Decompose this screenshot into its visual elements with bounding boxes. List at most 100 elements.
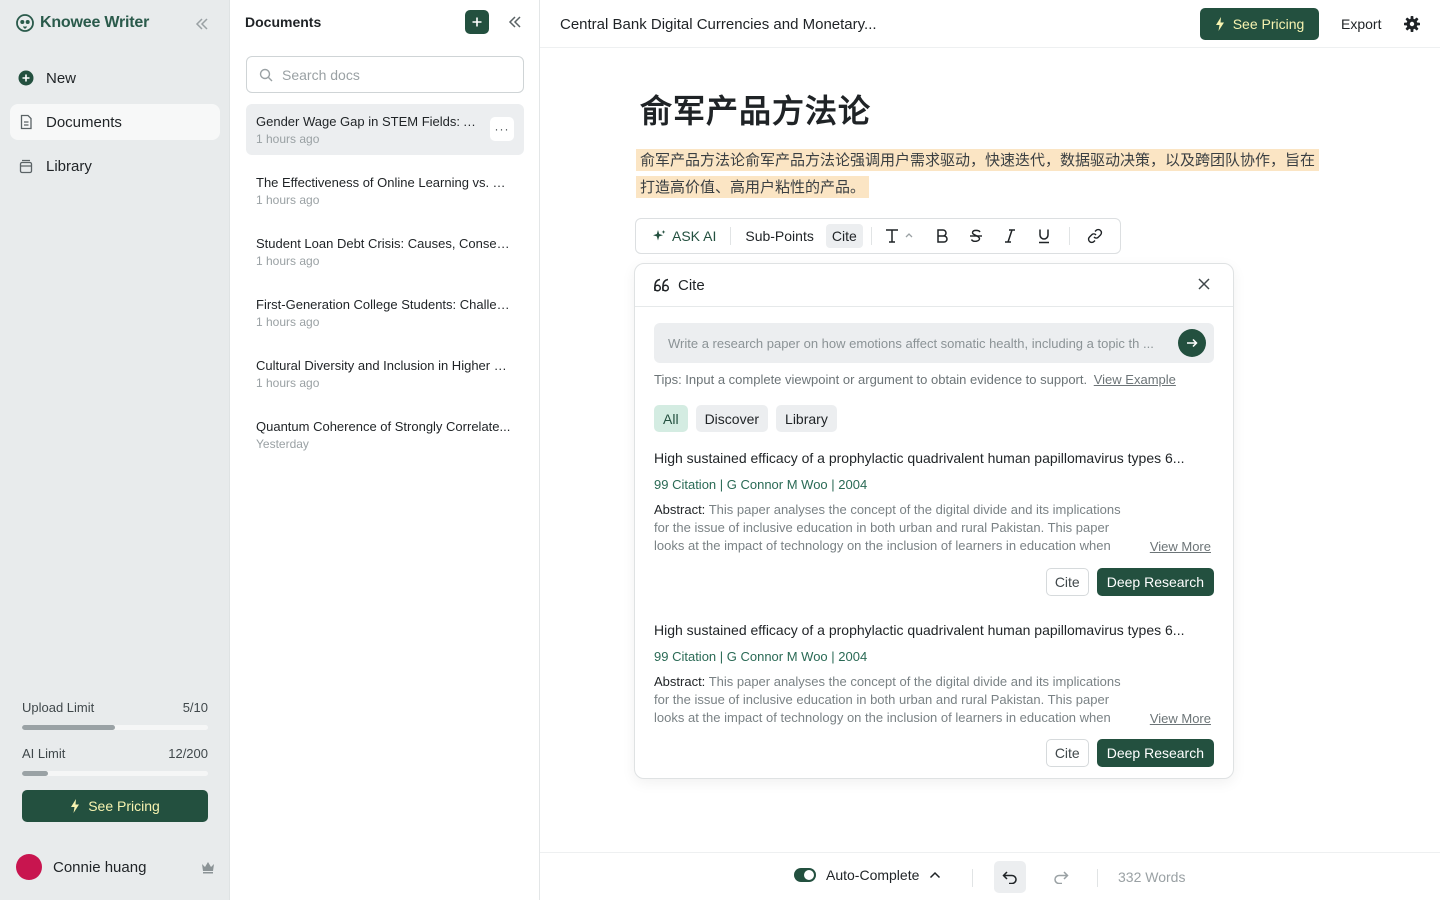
document-title: Cultural Diversity and Inclusion in High… [256, 358, 512, 373]
editor-statusbar: Auto-Complete 332 Words [540, 852, 1440, 900]
list-item[interactable]: First-Generation College Students: Chall… [246, 287, 524, 338]
citation-result: High sustained efficacy of a prophylacti… [654, 450, 1214, 596]
result-title[interactable]: High sustained efficacy of a prophylacti… [654, 622, 1210, 638]
sidebar-item-new[interactable]: New [10, 60, 220, 96]
list-item[interactable]: Cultural Diversity and Inclusion in High… [246, 348, 524, 399]
auto-complete-toggle[interactable] [794, 868, 816, 882]
list-item[interactable]: Quantum Coherence of Strongly Correlate.… [246, 409, 524, 460]
quote-icon [654, 278, 670, 292]
search-docs-field[interactable] [246, 56, 524, 93]
deep-research-button[interactable]: Deep Research [1096, 568, 1214, 596]
view-more-link[interactable]: View More [1150, 539, 1211, 554]
collapse-sidebar-icon[interactable] [193, 15, 211, 33]
brand[interactable]: Knowee Writer [16, 14, 149, 32]
toolbar-divider [922, 227, 923, 245]
document-title: Gender Wage Gap in STEM Fields: A... [256, 114, 478, 129]
cite-result-button[interactable]: Cite [1045, 568, 1089, 596]
cite-panel-header: Cite [635, 264, 1233, 307]
cite-query-text[interactable]: Write a research paper on how emotions a… [668, 336, 1158, 351]
page-title[interactable]: 俞军产品方法论 [640, 86, 871, 132]
see-pricing-button[interactable]: See Pricing [22, 790, 208, 822]
bold-button[interactable] [925, 228, 959, 244]
redo-icon [1054, 871, 1069, 884]
ai-limit: AI Limit 12/200 [22, 746, 208, 761]
add-document-button[interactable] [465, 10, 489, 34]
sidebar-item-documents[interactable]: Documents [10, 104, 220, 140]
link-icon [1087, 228, 1102, 244]
format-toolbar: ASK AI Sub-Points Cite [635, 218, 1121, 254]
sidebar-nav: New Documents Library [10, 60, 220, 192]
italic-icon [1004, 229, 1015, 243]
cite-result-button[interactable]: Cite [1045, 739, 1089, 767]
cite-query-field[interactable]: Write a research paper on how emotions a… [654, 323, 1214, 363]
collapse-documents-icon[interactable] [506, 13, 524, 31]
document-time: 1 hours ago [256, 376, 320, 390]
document-title: Student Loan Debt Crisis: Causes, Conseq… [256, 236, 512, 251]
sparkle-icon [653, 230, 666, 241]
toolbar-divider [730, 227, 732, 245]
filter-all[interactable]: All [654, 405, 688, 432]
lightning-icon [71, 799, 80, 813]
filter-library[interactable]: Library [776, 405, 837, 432]
underline-button[interactable] [1027, 228, 1061, 244]
document-title: The Effectiveness of Online Learning vs.… [256, 175, 512, 190]
document-time: 1 hours ago [256, 254, 320, 268]
result-title[interactable]: High sustained efficacy of a prophylacti… [654, 450, 1210, 466]
link-button[interactable] [1078, 228, 1112, 244]
document-time: 1 hours ago [256, 132, 320, 146]
view-example-link[interactable]: View Example [1094, 372, 1176, 387]
abstract-label: Abstract: [654, 502, 706, 517]
sub-points-button[interactable]: Sub-Points [739, 224, 819, 248]
ai-limit-label: AI Limit [22, 746, 66, 761]
export-button[interactable]: Export [1341, 16, 1381, 32]
view-more-link[interactable]: View More [1150, 711, 1211, 726]
owl-logo-icon [16, 14, 34, 32]
list-item[interactable]: The Effectiveness of Online Learning vs.… [246, 165, 524, 216]
redo-button[interactable] [1045, 861, 1077, 893]
chevron-up-icon[interactable] [929, 871, 941, 879]
usage-limits: Upload Limit 5/10 AI Limit 12/200 [22, 700, 208, 792]
sidebar-item-library[interactable]: Library [10, 148, 220, 184]
statusbar-divider [972, 869, 973, 887]
list-item[interactable]: Student Loan Debt Crisis: Causes, Conseq… [246, 226, 524, 277]
user-profile[interactable]: Connie huang [16, 854, 216, 880]
cite-button[interactable]: Cite [825, 224, 863, 248]
ask-ai-button[interactable]: ASK AI [646, 224, 722, 248]
avatar [16, 854, 42, 880]
see-pricing-button[interactable]: See Pricing [1200, 8, 1319, 40]
upload-limit: Upload Limit 5/10 [22, 700, 208, 715]
more-options-button[interactable]: ··· [490, 117, 514, 141]
statusbar-divider [1097, 869, 1098, 887]
upload-limit-label: Upload Limit [22, 700, 95, 715]
document-time: 1 hours ago [256, 193, 320, 207]
ai-limit-fill [22, 771, 49, 776]
selected-paragraph[interactable]: 俞军产品方法论俞军产品方法论强调用户需求驱动，快速迭代，数据驱动决策，以及跨团队… [636, 147, 1324, 201]
search-input[interactable] [282, 66, 512, 83]
deep-research-button[interactable]: Deep Research [1096, 739, 1214, 767]
abstract-text: This paper analyses the concept of the d… [654, 502, 1121, 553]
gear-icon[interactable] [1403, 15, 1421, 33]
text-style-button[interactable] [880, 228, 920, 244]
submit-query-button[interactable] [1178, 329, 1206, 357]
plus-icon [472, 17, 482, 27]
lightning-icon [1215, 17, 1224, 31]
citation-result: High sustained efficacy of a prophylacti… [654, 622, 1214, 768]
undo-button[interactable] [994, 861, 1026, 893]
sidebar-item-label: New [46, 69, 77, 87]
list-item[interactable]: Gender Wage Gap in STEM Fields: A... 1 h… [246, 104, 524, 155]
result-meta: 99 Citation | G Connor M Woo | 2004 [654, 477, 868, 492]
filter-discover[interactable]: Discover [695, 405, 769, 432]
close-icon[interactable] [1197, 277, 1211, 291]
app-name: Knowee Writer [40, 14, 150, 31]
italic-button[interactable] [993, 228, 1027, 244]
undo-icon [1002, 871, 1017, 884]
search-icon [259, 68, 273, 81]
upload-limit-value: 5/10 [182, 700, 208, 715]
document-heading: Central Bank Digital Currencies and Mone… [560, 16, 877, 33]
plus-circle-icon [18, 70, 34, 86]
result-actions: Cite Deep Research [1045, 739, 1214, 767]
crown-icon [202, 862, 214, 874]
bold-icon [937, 229, 948, 243]
left-sidebar: Knowee Writer New Documents Library Uplo… [0, 0, 230, 900]
strikethrough-button[interactable] [959, 228, 993, 244]
